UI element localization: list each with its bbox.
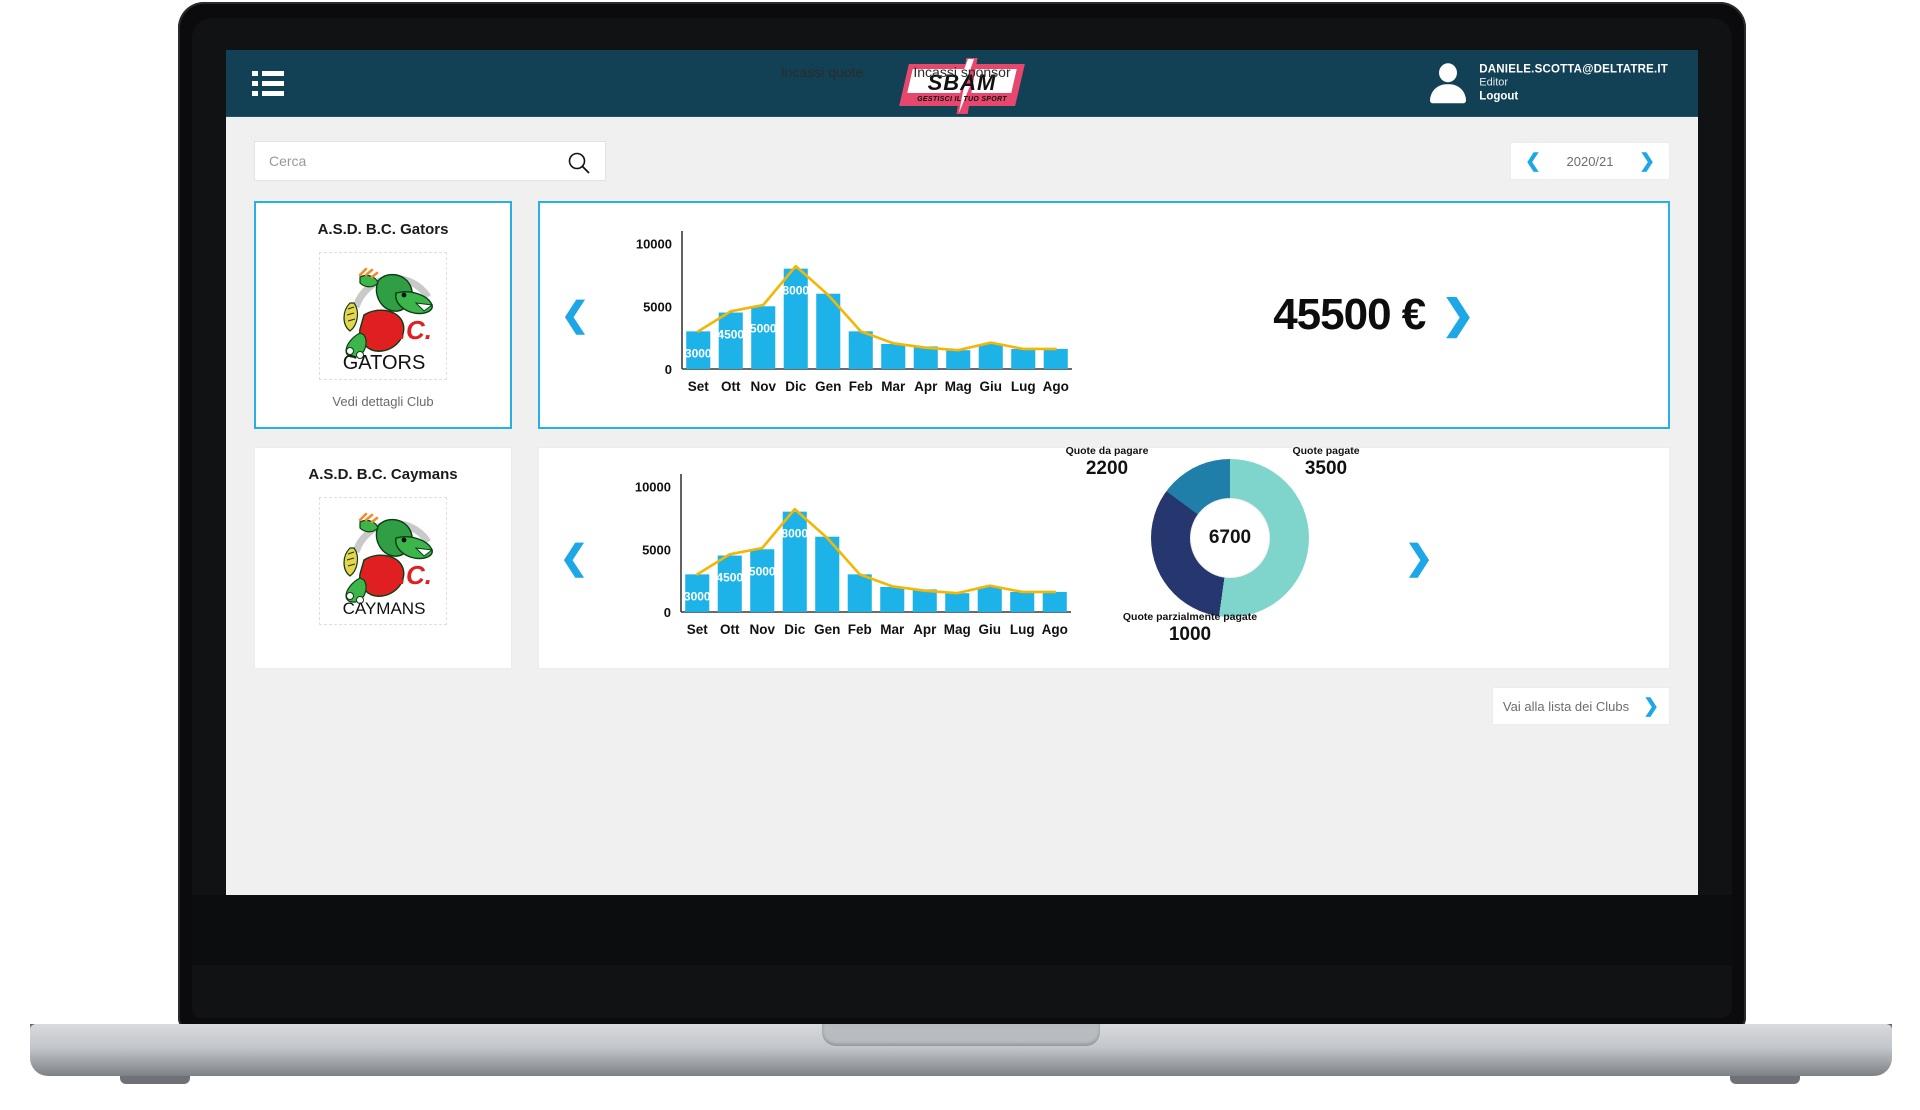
svg-text:Mag: Mag — [944, 622, 971, 637]
app-header: SBAM GESTISCI IL TUO SPORT DANIELE.SCOTT… — [226, 50, 1698, 117]
logout-link[interactable]: Logout — [1479, 90, 1668, 104]
donut-label-paid: Quote pagate 3500 — [1261, 445, 1391, 480]
sponsor-total-group: 45500 € ❯ — [1080, 290, 1668, 340]
gator-mascot-icon: B.C. GATORS — [343, 267, 434, 374]
svg-text:Feb: Feb — [848, 622, 872, 637]
svg-text:0: 0 — [665, 362, 672, 377]
svg-text:Ott: Ott — [720, 622, 740, 637]
svg-text:5000: 5000 — [750, 321, 777, 335]
donut-label-partial: Quote parzialmente pagate 1000 — [1107, 611, 1273, 646]
svg-text:4500: 4500 — [716, 570, 743, 584]
quote-donut-chart: 6700 Quote pagate 3500 Quote da pagare 2… — [1066, 445, 1379, 666]
svg-text:Dic: Dic — [785, 379, 807, 394]
sponsor-bar-chart: 0 5000 10000 3000 Set 4500 Ott 5000 Nov 8000 Dic Ge… — [610, 223, 1080, 408]
svg-text:Mar: Mar — [881, 379, 906, 394]
page-content: ❮ 2020/21 ❯ A.S.D. B.C. Gators — [226, 64, 1698, 725]
quote-prev-button[interactable]: ❮ — [539, 541, 609, 575]
svg-text:8000: 8000 — [781, 526, 808, 540]
donut-center-value: 6700 — [1191, 498, 1269, 577]
quote-bar-chart: 0 5000 10000 3000 Set 4500 Ott 5000 Nov 8000 Dic Ge… — [609, 466, 1079, 651]
sponsor-prev-button[interactable]: ❮ — [540, 298, 610, 332]
chevron-right-icon: ❯ — [1643, 695, 1660, 717]
go-to-clubs-label: Vai alla lista dei Clubs — [1502, 698, 1630, 714]
laptop-foot-left — [120, 1076, 190, 1084]
go-to-clubs-button[interactable]: Vai alla lista dei Clubs ❯ — [1492, 687, 1670, 725]
svg-text:B.C.: B.C. — [380, 315, 432, 345]
charts-column: Incassi sponsor ❮ 0 5000 10000 3000 Set 4500 O… — [538, 64, 1670, 725]
donut-label-paid-value: 3500 — [1304, 457, 1348, 479]
club-logo: B.C. GATORS — [319, 252, 447, 380]
quote-panel: Incassi quote ❮ 0 5000 10000 3000 Set 4500 Ott… — [538, 64, 1670, 669]
svg-text:Set: Set — [687, 622, 709, 637]
svg-text:Lug: Lug — [1011, 379, 1036, 394]
search-input[interactable] — [269, 143, 559, 179]
donut-label-topay-value: 2200 — [1085, 457, 1129, 479]
screenshot-stage: SBAM GESTISCI IL TUO SPORT DANIELE.SCOTT… — [0, 0, 1920, 1110]
main-layout: A.S.D. B.C. Gators B.C. GATORS Vedi dett… — [254, 64, 1670, 725]
svg-text:Dic: Dic — [784, 622, 806, 637]
svg-text:8000: 8000 — [782, 283, 809, 297]
toolbar: ❮ 2020/21 ❯ — [254, 141, 1670, 181]
season-label: 2020/21 — [1566, 153, 1614, 169]
club-name: A.S.D. B.C. Caymans — [308, 466, 458, 483]
sponsor-next-button[interactable]: ❯ — [1441, 295, 1475, 335]
svg-text:Giu: Giu — [979, 622, 1002, 637]
svg-text:Ott: Ott — [721, 379, 741, 394]
svg-text:Nov: Nov — [749, 622, 775, 637]
svg-text:Ago: Ago — [1042, 622, 1068, 637]
svg-text:5000: 5000 — [749, 564, 776, 578]
season-next-button[interactable]: ❯ — [1639, 152, 1655, 171]
svg-text:10000: 10000 — [636, 236, 672, 251]
svg-text:Lug: Lug — [1010, 622, 1035, 637]
club-name: A.S.D. B.C. Gators — [317, 221, 449, 238]
svg-text:Gen: Gen — [815, 379, 841, 394]
donut-label-topay-text: Quote da pagare — [1065, 444, 1149, 457]
club-card-gators[interactable]: A.S.D. B.C. Gators B.C. GATORS Vedi dett… — [254, 201, 512, 429]
svg-text:5000: 5000 — [642, 542, 671, 557]
brand-tagline: GESTISCI IL TUO SPORT — [917, 96, 1007, 103]
club-card-caymans[interactable]: A.S.D. B.C. Caymans B.C. CAYMANS — [254, 447, 512, 669]
donut-label-paid-text: Quote pagate — [1292, 444, 1360, 457]
search-icon[interactable] — [567, 151, 591, 180]
sponsor-total: 45500 € — [1273, 290, 1426, 339]
svg-text:3000: 3000 — [685, 346, 712, 360]
svg-text:Nov: Nov — [750, 379, 776, 394]
svg-text:5000: 5000 — [643, 299, 672, 314]
svg-text:3000: 3000 — [684, 589, 711, 603]
svg-text:Apr: Apr — [913, 622, 937, 637]
donut-label-topay: Quote da pagare 2200 — [1037, 445, 1177, 480]
gator-mascot-icon: B.C. CAYMANS — [343, 512, 434, 618]
svg-text:Ago: Ago — [1043, 379, 1069, 394]
svg-text:B.C.: B.C. — [380, 560, 432, 590]
donut-label-partial-value: 1000 — [1168, 623, 1212, 645]
search-box[interactable] — [254, 141, 606, 181]
season-selector[interactable]: ❮ 2020/21 ❯ — [1510, 142, 1670, 180]
quote-next-button[interactable]: ❯ — [1379, 541, 1459, 575]
svg-text:Mag: Mag — [945, 379, 972, 394]
svg-text:10000: 10000 — [635, 479, 671, 494]
svg-text:Set: Set — [688, 379, 710, 394]
svg-text:Giu: Giu — [980, 379, 1003, 394]
club-details-link[interactable]: Vedi dettagli Club — [332, 394, 433, 409]
svg-text:4500: 4500 — [717, 327, 744, 341]
season-prev-button[interactable]: ❮ — [1525, 152, 1541, 171]
donut-label-partial-text: Quote parzialmente pagate — [1122, 610, 1258, 623]
club-logo-text: GATORS — [343, 352, 426, 374]
svg-text:Feb: Feb — [849, 379, 873, 394]
svg-text:Mar: Mar — [880, 622, 905, 637]
club-logo: B.C. CAYMANS — [319, 497, 447, 625]
laptop-chin — [192, 895, 1732, 965]
laptop-foot-right — [1730, 1076, 1800, 1084]
laptop-screen: SBAM GESTISCI IL TUO SPORT DANIELE.SCOTT… — [226, 50, 1698, 895]
laptop-trackpad-notch — [822, 1024, 1100, 1046]
quote-panel-title: Incassi quote — [780, 64, 864, 80]
svg-text:0: 0 — [664, 605, 671, 620]
club-logo-text: CAYMANS — [343, 599, 426, 618]
svg-text:Gen: Gen — [814, 622, 840, 637]
sponsor-panel: Incassi sponsor ❮ 0 5000 10000 3000 Set 4500 O… — [538, 64, 1670, 429]
clubs-column: A.S.D. B.C. Gators B.C. GATORS Vedi dett… — [254, 201, 512, 725]
svg-text:Apr: Apr — [914, 379, 938, 394]
